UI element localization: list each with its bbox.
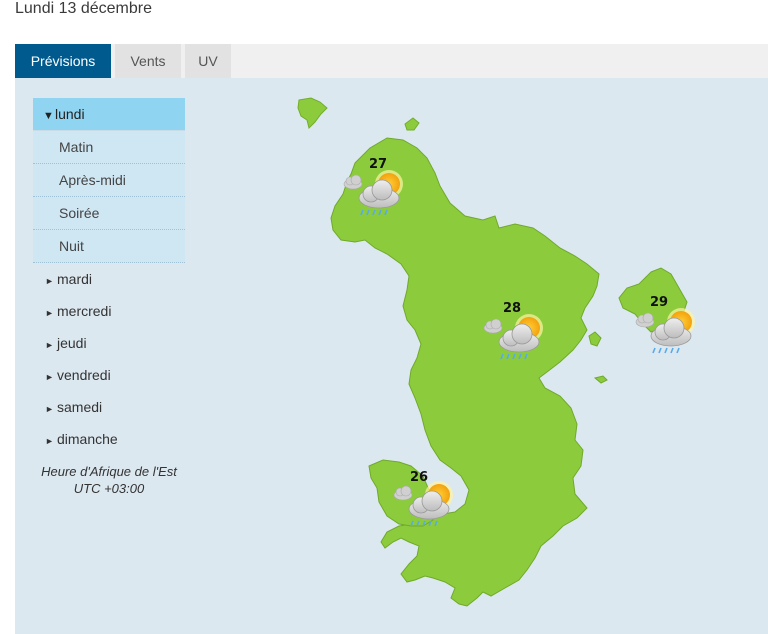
slot-nuit[interactable]: Nuit [33,230,185,263]
day-label: samedi [57,399,103,415]
temperature-center: 28 [503,301,521,316]
tab-bar: Prévisions Vents UV [15,44,768,78]
caret-right-icon: ► [45,308,54,318]
caret-right-icon: ► [45,276,54,286]
slot-soiree[interactable]: Soirée [33,197,185,230]
day-label: vendredi [57,367,111,383]
day-dimanche[interactable]: ► dimanche [33,423,185,455]
day-label: mercredi [57,303,112,319]
day-lundi[interactable]: ▼lundi [33,98,185,131]
timezone-note: Heure d'Afrique de l'Est UTC +03:00 [33,463,185,497]
day-vendredi[interactable]: ► vendredi [33,359,185,391]
slot-matin[interactable]: Matin [33,131,185,164]
day-mercredi[interactable]: ► mercredi [33,295,185,327]
islet-north [404,117,420,131]
temperature-south: 26 [410,470,428,485]
day-samedi[interactable]: ► samedi [33,391,185,423]
tab-uv[interactable]: UV [185,44,231,78]
caret-down-icon: ▼ [43,110,54,122]
timezone-offset: UTC +03:00 [73,481,145,496]
caret-right-icon: ► [45,340,54,350]
day-mardi[interactable]: ► mardi [33,263,185,295]
timezone-name: Heure d'Afrique de l'Est [41,464,177,479]
tab-vents[interactable]: Vents [115,44,181,78]
islet-northwest [297,97,328,129]
tab-previsions[interactable]: Prévisions [15,44,111,78]
day-label: dimanche [57,431,118,447]
islet-tiny-east [593,375,608,384]
main-island [330,137,600,607]
caret-right-icon: ► [45,436,54,446]
caret-right-icon: ► [45,404,54,414]
day-label: jeudi [57,335,87,351]
day-jeudi[interactable]: ► jeudi [33,327,185,359]
temperature-north: 27 [369,157,387,172]
day-label: mardi [57,271,93,287]
page-title: Lundi 13 décembre [15,0,152,17]
map-panel: 27 28 29 26 ▼lundi Matin Après-midi Soir… [15,78,768,634]
caret-right-icon: ► [45,372,54,382]
day-sidebar: ▼lundi Matin Après-midi Soirée Nuit ► mar… [33,98,185,497]
temperature-east: 29 [650,295,668,310]
day-label-lundi: lundi [55,106,85,122]
islet-small-east [588,331,602,347]
slot-apres-midi[interactable]: Après-midi [33,164,185,197]
